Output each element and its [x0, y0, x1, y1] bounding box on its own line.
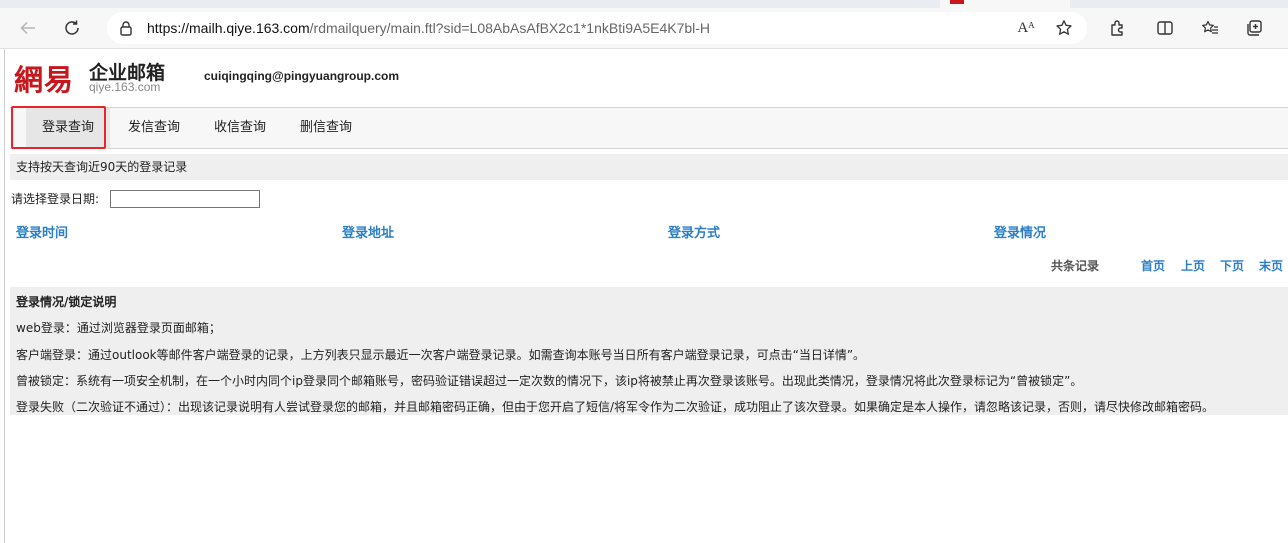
help-line-client: 客户端登录：通过outlook等邮件客户端登录的记录，上方列表只显示最近一次客户… — [16, 348, 866, 362]
help-panel: 登录情况/锁定说明 web登录：通过浏览器登录页面邮箱； 客户端登录：通过out… — [10, 287, 1288, 415]
browser-tab[interactable] — [735, 0, 941, 8]
browser-tab-strip — [0, 0, 1288, 8]
tab-login-query[interactable]: 登录查询 — [26, 108, 110, 148]
pager-last-link[interactable]: 末页 — [1259, 257, 1283, 274]
column-header-login-time[interactable]: 登录时间 — [16, 222, 68, 241]
date-label: 请选择登录日期: — [11, 192, 100, 206]
favorite-star-icon[interactable] — [1051, 16, 1077, 40]
product-domain: qiye.163.com — [89, 80, 161, 94]
netease-logo: 網易 — [14, 63, 75, 97]
help-line-locked: 曾被锁定：系统有一项安全机制，在一个小时内同个ip登录同个邮箱账号，密码验证错误… — [16, 374, 1083, 388]
reload-icon[interactable] — [58, 14, 86, 42]
split-screen-icon[interactable] — [1151, 14, 1179, 42]
lock-icon[interactable] — [119, 20, 133, 39]
column-header-login-address[interactable]: 登录地址 — [342, 222, 394, 241]
browser-tab[interactable] — [510, 0, 736, 8]
login-date-input[interactable] — [110, 190, 260, 208]
query-nav-bar: 登录查询 发信查询 收信查询 删信查询 — [10, 107, 1288, 149]
favorites-icon[interactable] — [1196, 14, 1224, 42]
help-line-failed: 登录失败（二次验证不通过）：出现该记录说明有人尝试登录您的邮箱，并且邮箱密码正确… — [16, 400, 1215, 414]
extensions-icon[interactable] — [1104, 14, 1132, 42]
tab-received-query[interactable]: 收信查询 — [198, 108, 282, 148]
tab-favicon-icon — [950, 0, 964, 4]
pager-prev-link[interactable]: 上页 — [1181, 257, 1205, 274]
address-bar[interactable]: https://mailh.qiye.163.com/rdmailquery/m… — [107, 12, 1087, 44]
pager-first-link[interactable]: 首页 — [1141, 257, 1165, 274]
collections-icon[interactable] — [1240, 14, 1268, 42]
browser-tab[interactable] — [300, 0, 511, 8]
pager-next-link[interactable]: 下页 — [1220, 257, 1244, 274]
browser-tab[interactable] — [1070, 0, 1288, 8]
back-icon[interactable] — [14, 14, 42, 42]
read-aloud-icon[interactable]: Aᴬ — [1013, 16, 1039, 40]
browser-toolbar: https://mailh.qiye.163.com/rdmailquery/m… — [0, 8, 1288, 49]
column-header-login-method[interactable]: 登录方式 — [668, 222, 720, 241]
help-line-web: web登录：通过浏览器登录页面邮箱； — [16, 321, 221, 335]
url-text[interactable]: https://mailh.qiye.163.com/rdmailquery/m… — [147, 20, 710, 36]
tab-sent-query[interactable]: 发信查询 — [112, 108, 196, 148]
pager-total: 共条记录 — [1051, 259, 1100, 273]
browser-tab[interactable] — [0, 0, 91, 8]
user-email: cuiqingqing@pingyuangroup.com — [204, 69, 400, 83]
tab-deleted-query[interactable]: 删信查询 — [284, 108, 368, 148]
notice-bar: 支持按天查询近90天的登录记录 — [10, 154, 1288, 180]
mail-query-page: 網易 企业邮箱 qiye.163.com cuiqingqing@pingyua… — [0, 49, 1288, 543]
browser-tab[interactable] — [90, 0, 301, 8]
help-title: 登录情况/锁定说明 — [16, 295, 117, 309]
column-header-login-status[interactable]: 登录情况 — [994, 222, 1046, 241]
page-border — [4, 49, 5, 543]
